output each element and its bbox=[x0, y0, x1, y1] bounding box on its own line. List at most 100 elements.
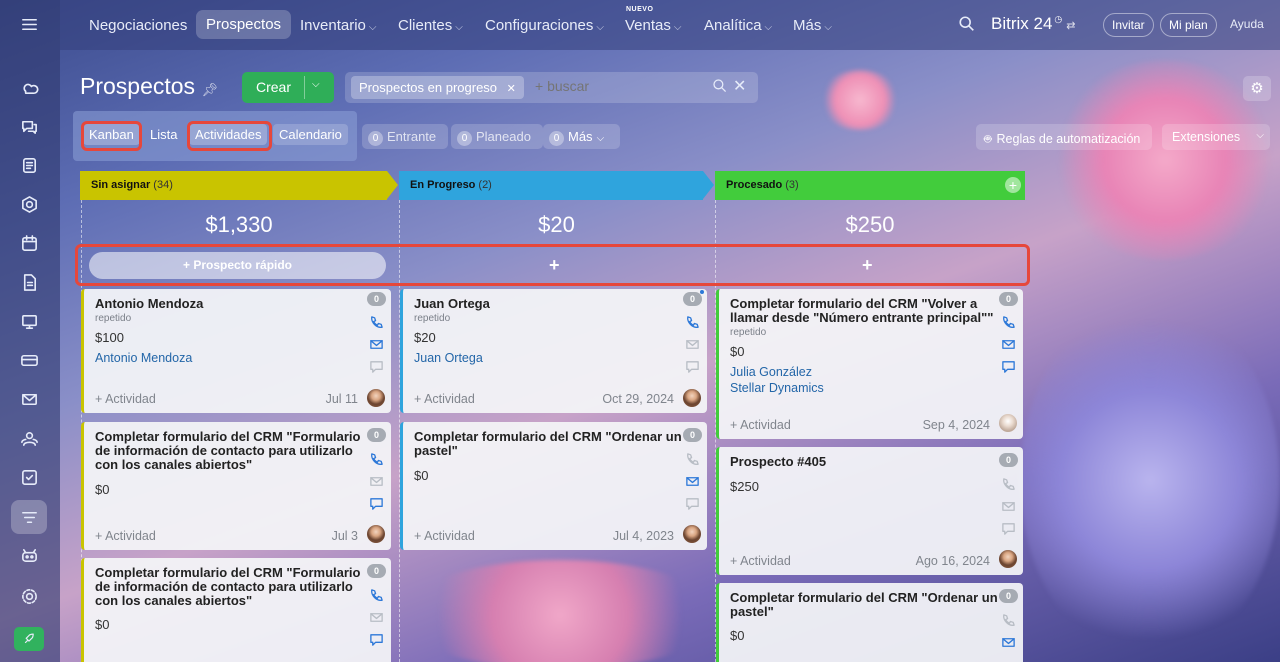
chat-icon[interactable] bbox=[685, 359, 700, 374]
chat-icon[interactable] bbox=[369, 359, 384, 374]
nav-configuraciones[interactable]: Configuraciones ⌵ bbox=[485, 17, 604, 34]
avatar[interactable] bbox=[999, 550, 1017, 568]
gear-icon[interactable]: ⚙ bbox=[1243, 76, 1271, 101]
card-company-link[interactable]: Stellar Dynamics bbox=[730, 381, 824, 395]
lead-card[interactable]: Completar formulario del CRM "Ordenar un… bbox=[400, 422, 707, 550]
card-title[interactable]: Completar formulario del CRM "Formulario… bbox=[95, 430, 365, 472]
mail-icon[interactable] bbox=[1001, 337, 1016, 352]
lead-card[interactable]: Completar formulario del CRM "Volver a l… bbox=[716, 289, 1023, 439]
chat-icon[interactable] bbox=[1001, 359, 1016, 374]
contacts-icon[interactable] bbox=[16, 425, 42, 451]
card-title[interactable]: Completar formulario del CRM "Volver a l… bbox=[730, 297, 1000, 325]
lead-card[interactable]: Completar formulario del CRM "Formulario… bbox=[81, 558, 391, 662]
mail-icon[interactable] bbox=[685, 337, 700, 352]
nav-mas[interactable]: Más ⌵ bbox=[793, 17, 832, 34]
nav-inventario[interactable]: Inventario ⌵ bbox=[300, 17, 376, 34]
search-input[interactable] bbox=[535, 78, 695, 94]
add-activity-link[interactable]: + Actividad bbox=[730, 418, 791, 432]
chat-icon[interactable] bbox=[1001, 521, 1016, 536]
mail-icon[interactable] bbox=[369, 474, 384, 489]
automation-rules-button[interactable]: 🤖︎ Reglas de automatización bbox=[976, 124, 1152, 150]
mail-icon[interactable] bbox=[369, 337, 384, 352]
card-title[interactable]: Prospecto #405 bbox=[730, 455, 1000, 469]
avatar[interactable] bbox=[683, 389, 701, 407]
nav-negociaciones[interactable]: Negociaciones bbox=[89, 17, 187, 34]
lead-card[interactable]: Completar formulario del CRM "Formulario… bbox=[81, 422, 391, 550]
card-contact-link[interactable]: Juan Ortega bbox=[414, 351, 483, 365]
phone-icon[interactable] bbox=[685, 452, 700, 467]
add-activity-link[interactable]: + Actividad bbox=[95, 392, 156, 406]
funnel-icon[interactable] bbox=[11, 500, 47, 534]
chat-icon[interactable] bbox=[369, 496, 384, 511]
phone-icon[interactable] bbox=[1001, 315, 1016, 330]
chat-icon[interactable] bbox=[369, 632, 384, 647]
lead-card[interactable]: Prospecto #405 $250 + Actividad Ago 16, … bbox=[716, 447, 1023, 575]
pin-icon[interactable]: 📌︎ bbox=[201, 82, 218, 97]
close-icon[interactable]: ✕ bbox=[507, 83, 516, 95]
counter-planned[interactable]: 0 Planeado bbox=[451, 124, 543, 149]
lead-card[interactable]: Antonio Mendoza repetido $100 Antonio Me… bbox=[81, 289, 391, 413]
mail-icon[interactable] bbox=[369, 610, 384, 625]
view-list[interactable]: Lista bbox=[144, 124, 183, 145]
card-title[interactable]: Antonio Mendoza bbox=[95, 297, 365, 311]
lead-card[interactable]: Juan Ortega repetido $20 Juan Ortega + A… bbox=[400, 289, 707, 413]
activity-stream-icon[interactable] bbox=[16, 74, 42, 100]
column-header-en-progreso[interactable]: En Progreso (2) bbox=[399, 171, 714, 200]
avatar[interactable] bbox=[999, 414, 1017, 432]
card-title[interactable]: Completar formulario del CRM "Formulario… bbox=[95, 566, 365, 608]
mail-icon[interactable] bbox=[16, 386, 42, 412]
add-activity-link[interactable]: + Actividad bbox=[730, 554, 791, 568]
phone-icon[interactable] bbox=[369, 315, 384, 330]
add-activity-link[interactable]: + Actividad bbox=[414, 529, 475, 543]
column-header-sin-asignar[interactable]: Sin asignar (34) bbox=[80, 171, 398, 200]
tasks-icon[interactable] bbox=[16, 152, 42, 178]
robot-icon[interactable] bbox=[16, 542, 42, 568]
search-icon[interactable] bbox=[712, 78, 728, 94]
counter-incoming[interactable]: 0 Entrante bbox=[362, 124, 448, 149]
avatar[interactable] bbox=[367, 525, 385, 543]
phone-icon[interactable] bbox=[369, 588, 384, 603]
chat-icon[interactable] bbox=[16, 113, 42, 139]
nav-ventas[interactable]: Ventas ⌵ bbox=[625, 17, 681, 34]
column-header-procesado[interactable]: Procesado (3) + bbox=[715, 171, 1025, 200]
help-link[interactable]: Ayuda bbox=[1230, 17, 1264, 31]
card-title[interactable]: Completar formulario del CRM "Ordenar un… bbox=[414, 430, 684, 458]
phone-icon[interactable] bbox=[685, 315, 700, 330]
menu-icon[interactable] bbox=[16, 11, 42, 37]
add-activity-link[interactable]: + Actividad bbox=[414, 392, 475, 406]
settings-icon[interactable] bbox=[16, 583, 42, 609]
filter-tag[interactable]: Prospectos en progreso ✕ bbox=[351, 76, 524, 99]
mail-icon[interactable] bbox=[685, 474, 700, 489]
my-plan-button[interactable]: Mi plan bbox=[1160, 13, 1217, 37]
crm-icon[interactable] bbox=[16, 191, 42, 217]
checklist-icon[interactable] bbox=[16, 464, 42, 490]
chevron-down-icon[interactable]: ⌵ bbox=[312, 79, 320, 90]
extensions-button[interactable]: Extensiones ⌵ bbox=[1162, 124, 1270, 150]
avatar[interactable] bbox=[683, 525, 701, 543]
mail-icon[interactable] bbox=[1001, 499, 1016, 514]
add-activity-link[interactable]: + Actividad bbox=[95, 529, 156, 543]
avatar[interactable] bbox=[367, 389, 385, 407]
counter-more[interactable]: 0 Más ⌵ bbox=[543, 124, 620, 149]
search-icon[interactable] bbox=[958, 15, 976, 33]
add-column-icon[interactable]: + bbox=[1005, 177, 1021, 193]
docs-icon[interactable] bbox=[16, 269, 42, 295]
phone-icon[interactable] bbox=[369, 452, 384, 467]
phone-icon[interactable] bbox=[1001, 477, 1016, 492]
nav-prospectos[interactable]: Prospectos bbox=[196, 10, 292, 39]
nav-clientes[interactable]: Clientes ⌵ bbox=[398, 17, 463, 34]
rocket-icon[interactable] bbox=[14, 627, 44, 651]
card-title[interactable]: Completar formulario del CRM "Ordenar un… bbox=[730, 591, 1000, 619]
clear-icon[interactable]: ✕ bbox=[733, 76, 746, 96]
calendar-icon[interactable] bbox=[16, 230, 42, 256]
mail-icon[interactable] bbox=[1001, 635, 1016, 650]
billing-icon[interactable] bbox=[16, 347, 42, 373]
view-calendar[interactable]: Calendario bbox=[273, 124, 348, 145]
invite-button[interactable]: Invitar bbox=[1103, 13, 1154, 37]
filter-search-box[interactable]: Prospectos en progreso ✕ ✕ bbox=[345, 72, 758, 103]
card-contact-link[interactable]: Antonio Mendoza bbox=[95, 351, 192, 365]
card-contact-link[interactable]: Julia González bbox=[730, 365, 812, 379]
sites-icon[interactable] bbox=[16, 308, 42, 334]
chat-icon[interactable] bbox=[685, 496, 700, 511]
card-title[interactable]: Juan Ortega bbox=[414, 297, 684, 311]
